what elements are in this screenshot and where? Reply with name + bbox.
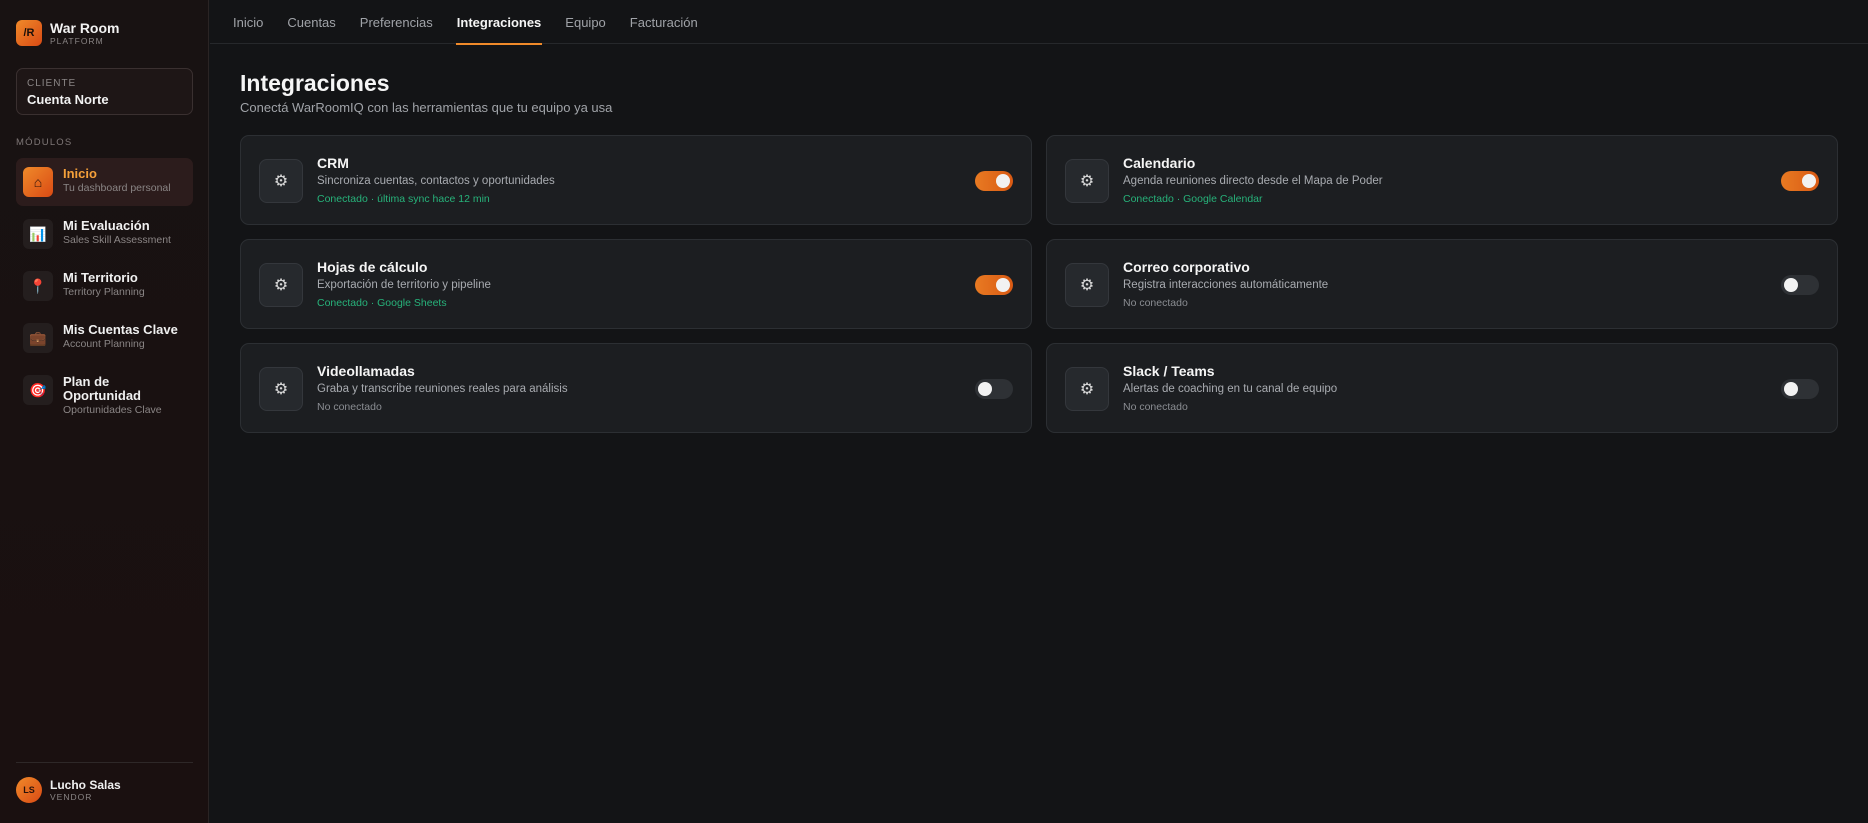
pin-icon: 📍 [23,271,53,301]
tab-cuentas[interactable]: Cuentas [286,0,336,44]
tab-equipo[interactable]: Equipo [564,0,606,44]
page-subtitle: Conectá WarRoomIQ con las herramientas q… [240,100,613,115]
briefcase-icon: 💼 [23,323,53,353]
gear-icon: ⚙ [259,263,303,307]
sidebar-nav: ⌂ Inicio Tu dashboard personal 📊 Mi Eval… [16,158,193,430]
sidebar-item-sublabel: Tu dashboard personal [63,182,171,194]
sidebar-item-label: Mis Cuentas Clave [63,322,178,337]
page-title: Integraciones [240,70,390,96]
integration-card-videollamadas: ⚙ Videollamadas Graba y transcribe reuni… [240,343,1032,433]
tab-facturacion[interactable]: Facturación [629,0,699,44]
sidebar-item-plan-de-oportunidad[interactable]: 🎯 Plan de Oportunidad Oportunidades Clav… [16,366,193,426]
sidebar-item-label: Plan de Oportunidad [63,374,141,403]
integration-description: Registra interacciones automáticamente [1123,279,1329,291]
integration-toggle[interactable] [975,379,1013,399]
tab-integraciones[interactable]: Integraciones [455,0,543,45]
integration-title: Calendario [1123,155,1196,171]
integration-status: No conectado [1123,297,1188,309]
integration-status: No conectado [317,401,382,413]
client-label: CLIENTE [27,78,77,89]
client-selector[interactable]: CLIENTE Cuenta Norte [16,68,193,115]
integration-title: CRM [317,155,349,171]
divider [16,762,193,763]
gear-icon: ⚙ [1065,367,1109,411]
bar-chart-icon: 📊 [23,219,53,249]
integration-description: Graba y transcribe reuniones reales para… [317,383,568,395]
integration-card-crm: ⚙ CRM Sincroniza cuentas, contactos y op… [240,135,1032,225]
integration-toggle[interactable] [975,275,1013,295]
sidebar-item-sublabel: Oportunidades Clave [63,404,162,416]
tab-preferencias[interactable]: Preferencias [359,0,434,44]
integration-status: Conectado · Google Sheets [317,297,447,309]
sidebar-item-inicio[interactable]: ⌂ Inicio Tu dashboard personal [16,158,193,206]
gear-icon: ⚙ [1065,159,1109,203]
client-value: Cuenta Norte [27,92,109,107]
sidebar-item-label: Mi Evaluación [63,218,150,233]
brand-title: War Room [50,19,120,36]
integration-description: Exportación de territorio y pipeline [317,279,491,291]
integration-status: No conectado [1123,401,1188,413]
integration-card-correo-corporativo: ⚙ Correo corporativo Registra interaccio… [1046,239,1838,329]
sidebar-item-mi-evaluacion[interactable]: 📊 Mi Evaluación Sales Skill Assessment [16,210,193,258]
modules-section-label: MÓDULOS [16,137,73,148]
integration-toggle[interactable] [1781,275,1819,295]
integration-toggle[interactable] [975,171,1013,191]
integration-card-calendario: ⚙ Calendario Agenda reuniones directo de… [1046,135,1838,225]
tab-inicio[interactable]: Inicio [232,0,264,44]
brand-logo: /R [16,20,42,46]
integration-title: Correo corporativo [1123,259,1250,275]
user-name: Lucho Salas [50,778,121,792]
top-nav: Inicio Cuentas Preferencias Integraciones Eq… [210,0,1868,45]
sidebar-item-sublabel: Sales Skill Assessment [63,234,171,246]
integration-card-hojas-de-calculo: ⚙ Hojas de cálculo Exportación de territ… [240,239,1032,329]
sidebar-item-label: Inicio [63,166,97,181]
user-role: VENDOR [50,792,93,802]
sidebar-item-mi-territorio[interactable]: 📍 Mi Territorio Territory Planning [16,262,193,310]
avatar: LS [16,777,42,803]
sidebar: /R War Room PLATFORM CLIENTE Cuenta Nort… [0,0,209,823]
sidebar-item-mis-cuentas-clave[interactable]: 💼 Mis Cuentas Clave Account Planning [16,314,193,362]
sidebar-item-sublabel: Territory Planning [63,286,145,298]
integration-title: Hojas de cálculo [317,259,428,275]
gear-icon: ⚙ [1065,263,1109,307]
integration-description: Agenda reuniones directo desde el Mapa d… [1123,175,1383,187]
home-icon: ⌂ [23,167,53,197]
integration-status: Conectado · Google Calendar [1123,193,1263,205]
integration-description: Sincroniza cuentas, contactos y oportuni… [317,175,555,187]
sidebar-item-label: Mi Territorio [63,270,138,285]
integration-title: Slack / Teams [1123,363,1215,379]
brand-subtitle: PLATFORM [50,35,104,46]
integration-toggle[interactable] [1781,171,1819,191]
sidebar-item-sublabel: Account Planning [63,338,145,350]
integration-description: Alertas de coaching en tu canal de equip… [1123,383,1338,395]
integration-status: Conectado · última sync hace 12 min [317,193,490,205]
integration-toggle[interactable] [1781,379,1819,399]
integration-title: Videollamadas [317,363,415,379]
target-icon: 🎯 [23,375,53,405]
user-profile[interactable]: LS Lucho Salas VENDOR [16,777,121,803]
gear-icon: ⚙ [259,367,303,411]
integration-card-slack-teams: ⚙ Slack / Teams Alertas de coaching en t… [1046,343,1838,433]
gear-icon: ⚙ [259,159,303,203]
brand[interactable]: /R War Room PLATFORM [16,20,119,46]
